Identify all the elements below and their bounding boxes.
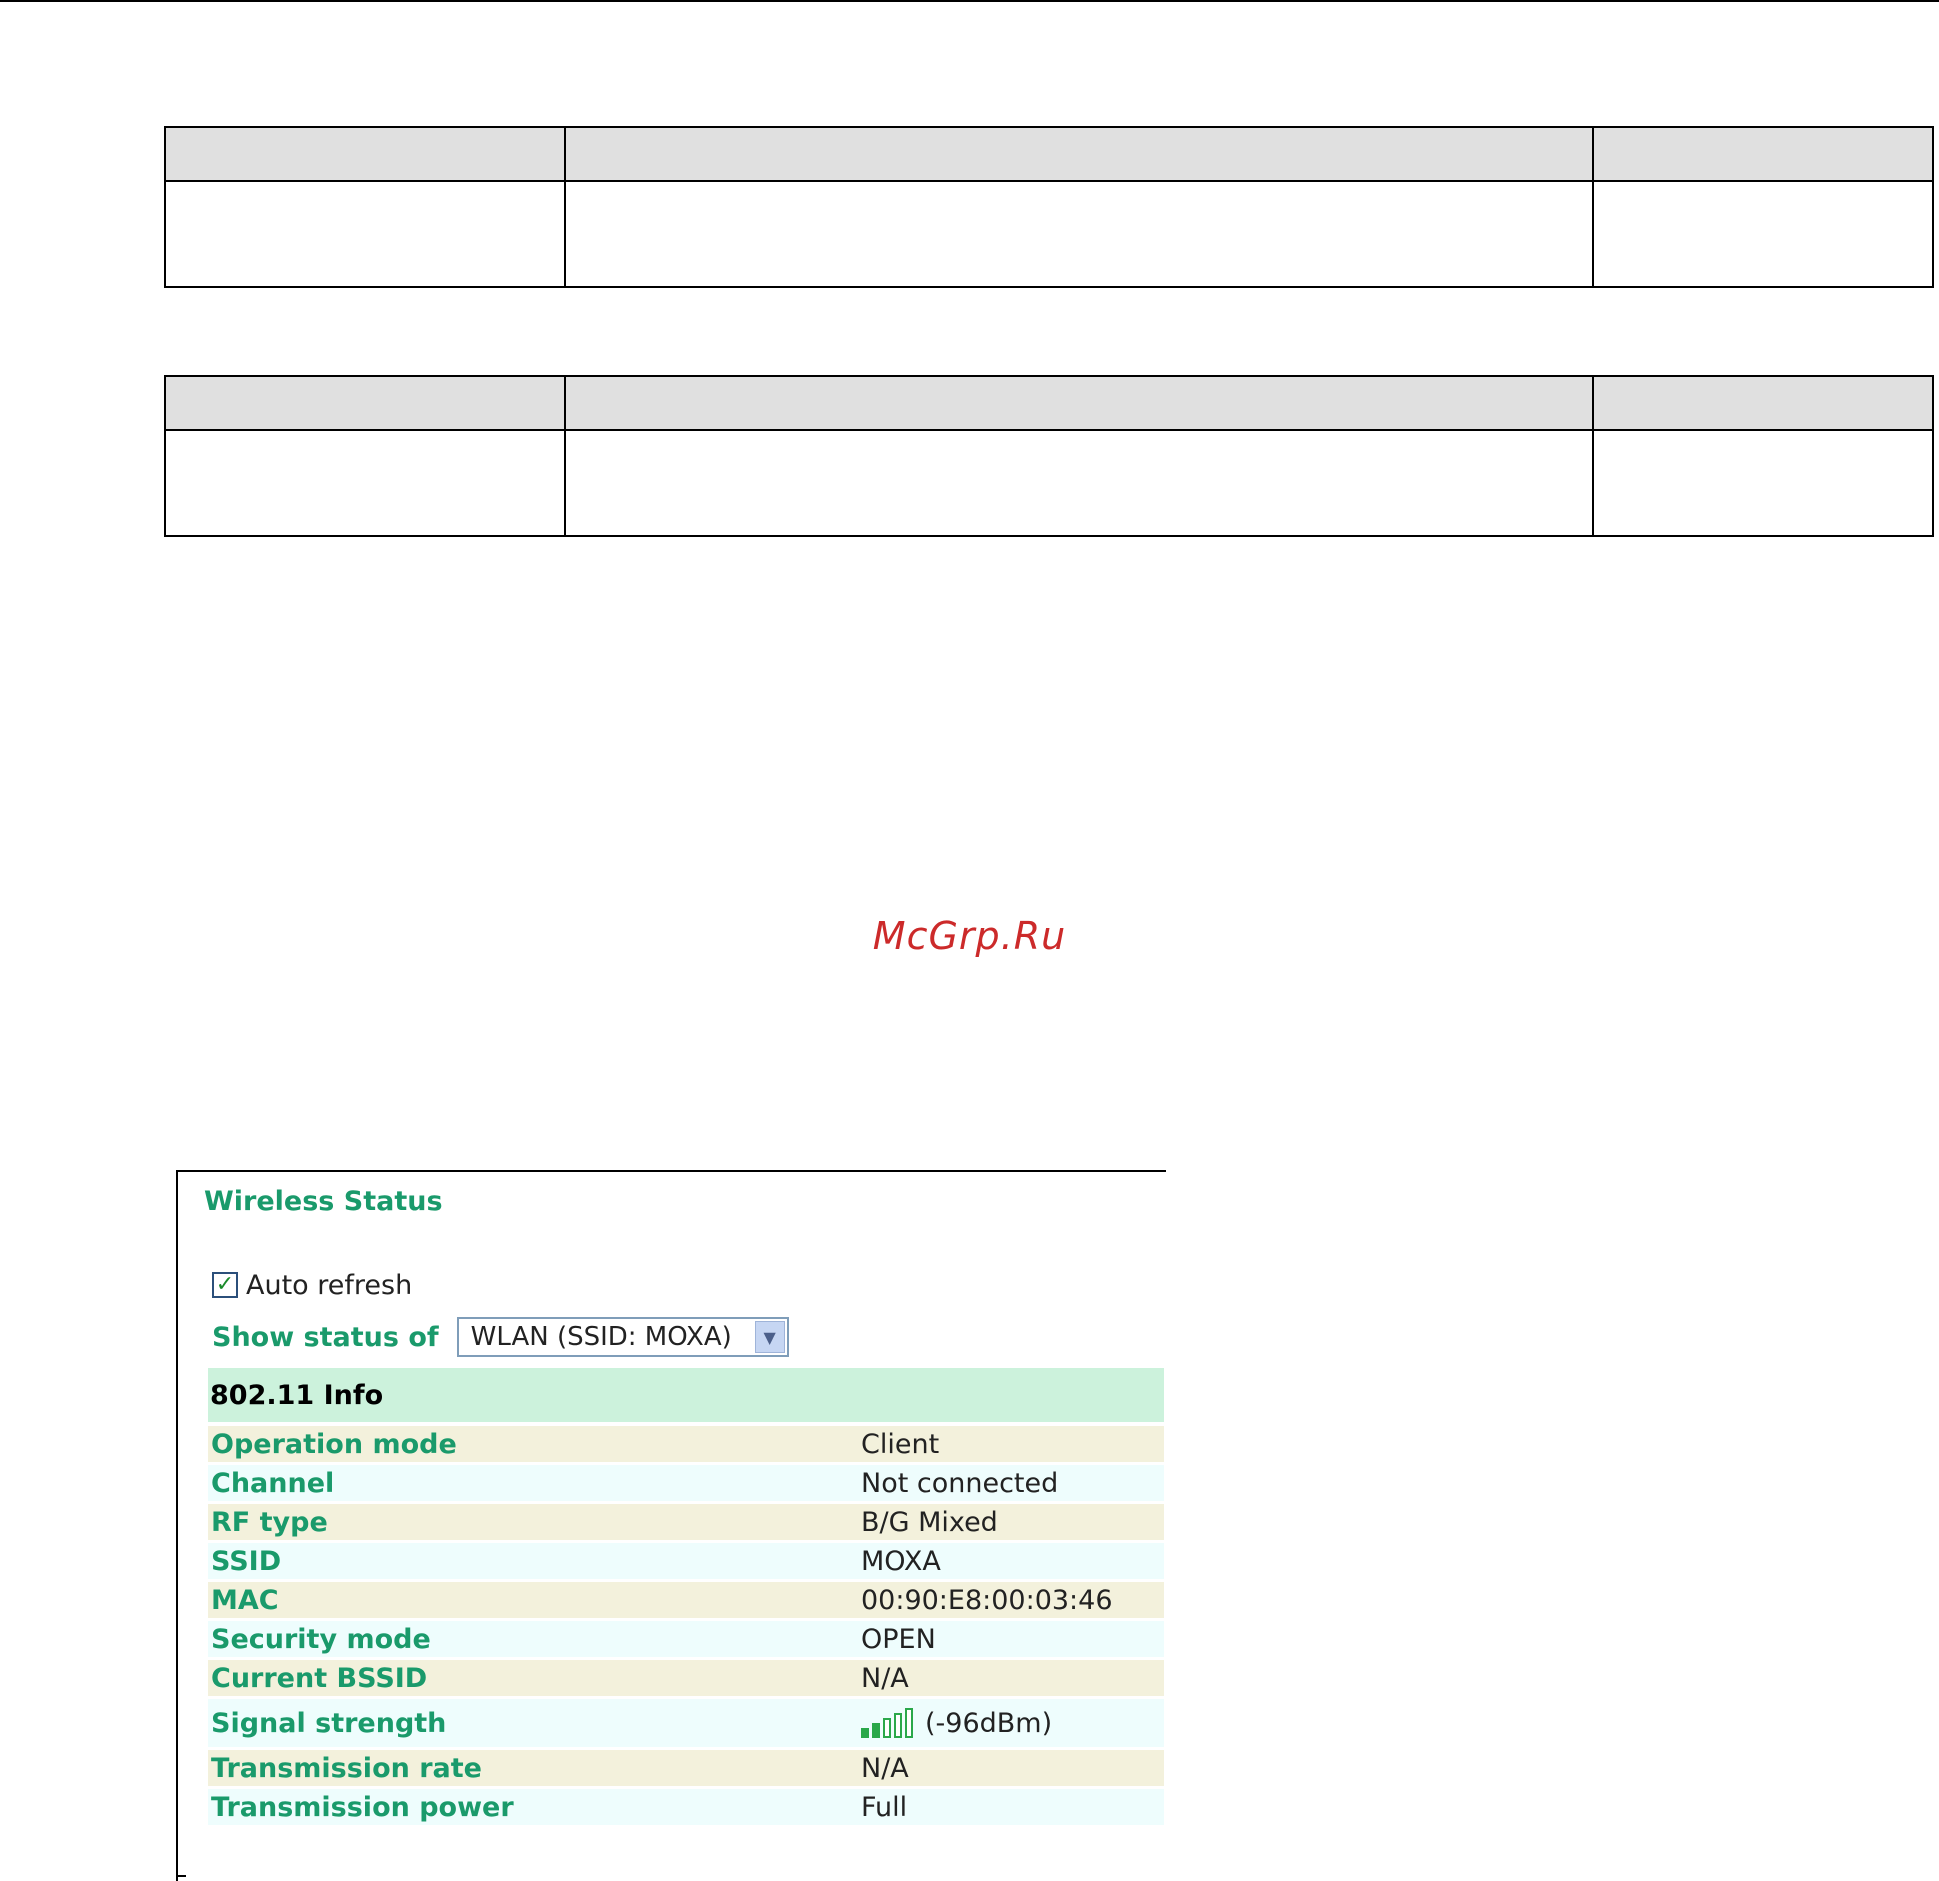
info-key: Signal strength <box>211 1707 447 1739</box>
info-key: Operation mode <box>211 1428 457 1460</box>
chevron-down-icon[interactable]: ▼ <box>754 1321 785 1353</box>
table-cell <box>564 180 1594 288</box>
info-value: N/A <box>861 1752 909 1784</box>
info-key: Transmission rate <box>211 1752 482 1784</box>
signal-bar <box>872 1723 880 1738</box>
info-key: Security mode <box>211 1623 431 1655</box>
info-value: MOXA <box>861 1545 941 1577</box>
show-status-label: Show status of <box>212 1321 439 1353</box>
doc-table-1 <box>164 126 1934 288</box>
auto-refresh-row[interactable]: ✓ Auto refresh <box>212 1268 412 1302</box>
signal-bar <box>905 1708 913 1738</box>
table-cell <box>564 429 1594 537</box>
show-status-select[interactable]: WLAN (SSID: MOXA) ▼ <box>456 1317 789 1357</box>
info-value: Client <box>861 1428 940 1460</box>
info-row: Current BSSID N/A <box>208 1660 1164 1696</box>
table-cell <box>164 429 566 537</box>
info-row: Signal strength (-96dBm) <box>208 1699 1164 1747</box>
signal-bar <box>894 1713 902 1738</box>
info-key: SSID <box>211 1545 282 1577</box>
doc-table-2 <box>164 375 1934 537</box>
info-row: SSID MOXA <box>208 1543 1164 1579</box>
info-table: Operation mode Client Channel Not connec… <box>208 1426 1164 1828</box>
table-row <box>164 429 1934 537</box>
info-key: Current BSSID <box>211 1662 428 1694</box>
table-header-cell <box>564 126 1594 182</box>
table-header-cell <box>1592 375 1934 431</box>
section-header: 802.11 Info <box>208 1368 1164 1422</box>
signal-dbm: (-96dBm) <box>925 1707 1053 1739</box>
info-key: Transmission power <box>211 1791 514 1823</box>
table-header-cell <box>164 375 566 431</box>
show-status-row: Show status of WLAN (SSID: MOXA) ▼ <box>212 1316 789 1358</box>
table-header-cell <box>564 375 1594 431</box>
select-value: WLAN (SSID: MOXA) <box>470 1322 732 1352</box>
info-row: Operation mode Client <box>208 1426 1164 1462</box>
auto-refresh-label[interactable]: Auto refresh <box>246 1270 412 1301</box>
panel-corner-tick <box>176 1875 186 1877</box>
signal-bar <box>883 1718 891 1738</box>
info-row: RF type B/G Mixed <box>208 1504 1164 1540</box>
table-header-cell <box>164 126 566 182</box>
info-row: Channel Not connected <box>208 1465 1164 1501</box>
info-row: Transmission rate N/A <box>208 1750 1164 1786</box>
auto-refresh-checkbox[interactable]: ✓ <box>212 1272 238 1298</box>
info-value: N/A <box>861 1662 909 1694</box>
table-row <box>164 180 1934 288</box>
info-value: OPEN <box>861 1623 936 1655</box>
info-value: B/G Mixed <box>861 1506 998 1538</box>
info-key: RF type <box>211 1506 328 1538</box>
info-key: MAC <box>211 1584 279 1616</box>
info-key: Channel <box>211 1467 335 1499</box>
table-header-row <box>164 375 1934 431</box>
table-header-row <box>164 126 1934 182</box>
info-value: 00:90:E8:00:03:46 <box>861 1584 1113 1616</box>
info-row: MAC 00:90:E8:00:03:46 <box>208 1582 1164 1618</box>
info-row: Transmission power Full <box>208 1789 1164 1825</box>
watermark: McGrp.Ru <box>872 914 1067 958</box>
info-value: (-96dBm) <box>861 1708 1164 1739</box>
info-value: Not connected <box>861 1467 1059 1499</box>
signal-bar <box>861 1728 869 1738</box>
panel-title: Wireless Status <box>204 1186 443 1217</box>
table-cell <box>164 180 566 288</box>
top-rule <box>0 0 1939 2</box>
info-value: Full <box>861 1791 908 1823</box>
signal-strength-icon <box>861 1708 913 1738</box>
info-row: Security mode OPEN <box>208 1621 1164 1657</box>
table-header-cell <box>1592 126 1934 182</box>
checkmark-icon: ✓ <box>215 1272 235 1297</box>
section-title: 802.11 Info <box>210 1379 384 1411</box>
table-cell <box>1592 429 1934 537</box>
table-cell <box>1592 180 1934 288</box>
